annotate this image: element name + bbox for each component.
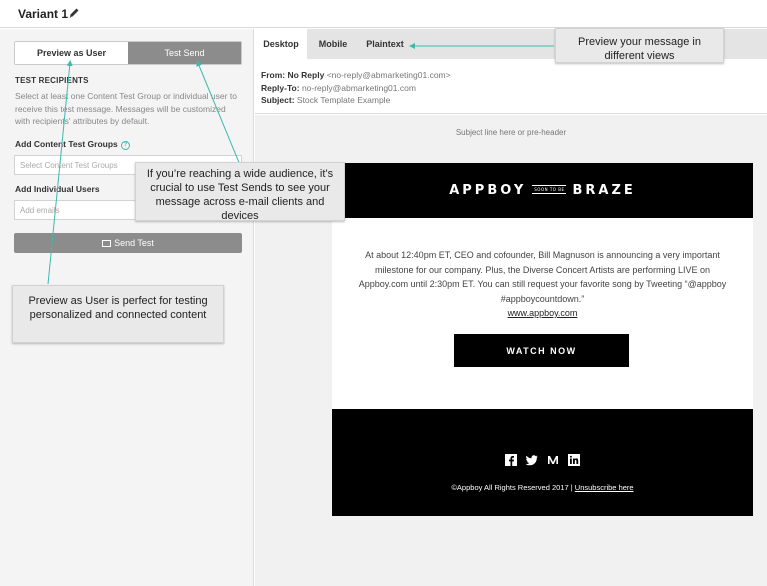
individual-users-label: Add Individual Users (15, 184, 100, 194)
twitter-icon[interactable] (526, 454, 538, 466)
message-headers: From: No Reply <no-reply@abmarketing01.c… (255, 59, 767, 114)
subject-label: Subject: (261, 95, 295, 105)
email-link[interactable]: www.appboy.com (508, 308, 578, 318)
from-line: From: No Reply <no-reply@abmarketing01.c… (261, 69, 761, 82)
send-test-button[interactable]: Send Test (14, 233, 242, 253)
reply-to-value: no-reply@abmarketing01.com (301, 82, 416, 93)
content-test-groups-label: Add Content Test Groups? (15, 139, 130, 150)
help-icon[interactable]: ? (120, 141, 130, 150)
callout-views: Preview your message in different views (555, 28, 724, 63)
from-label: From: (261, 70, 286, 80)
copyright-label: ©Appboy All Rights Reserved 2017 | (451, 483, 573, 492)
reply-to-label: Reply-To: (261, 82, 300, 93)
email-message: At about 12:40pm ET, CEO and cofounder, … (352, 248, 733, 321)
tab-mobile[interactable]: Mobile (311, 29, 355, 59)
send-test-label: Send Test (114, 238, 154, 248)
social-icons (332, 454, 753, 466)
preheader-text: Subject line here or pre-header (455, 128, 567, 137)
test-recipients-help: Select at least one Content Test Group o… (15, 91, 237, 126)
linkedin-icon[interactable] (568, 454, 580, 466)
from-name: No Reply (287, 70, 325, 80)
tab-desktop[interactable]: Desktop (255, 29, 307, 59)
content-test-groups-label-text: Add Content Test Groups (15, 139, 118, 149)
facebook-icon[interactable] (505, 454, 517, 466)
copyright-text: ©Appboy All Rights Reserved 2017 | Unsub… (332, 483, 753, 492)
watch-now-button[interactable]: WATCH NOW (454, 334, 629, 367)
email-header-banner: APPBOY SOON TO BE BRAZE (332, 163, 753, 218)
preview-as-user-button[interactable]: Preview as User (15, 42, 128, 64)
unsubscribe-link[interactable]: Unsubscribe here (575, 483, 634, 492)
view-mode-toggle: Preview as User Test Send (14, 41, 242, 65)
email-message-text: At about 12:40pm ET, CEO and cofounder, … (358, 250, 727, 304)
callout-test-send: If you’re reaching a wide audience, it’s… (135, 162, 345, 222)
subject-value: Stock Template Example (296, 95, 391, 105)
logo-right: BRAZE (572, 183, 636, 198)
email-footer: ©Appboy All Rights Reserved 2017 | Unsub… (332, 409, 753, 516)
reply-to-line: Reply-To: no-reply@abmarketing01.com (261, 82, 761, 95)
subject-line: Subject: Stock Template Example (261, 94, 761, 107)
from-email: <no-reply@abmarketing01.com> (326, 70, 451, 80)
test-recipients-heading: TEST RECIPIENTS (15, 76, 89, 85)
variant-title: Variant 1 (18, 7, 69, 21)
logo-mid: SOON TO BE (532, 185, 567, 194)
logo-left: APPBOY (449, 183, 527, 198)
mail-icon (102, 239, 112, 247)
pencil-icon[interactable] (68, 6, 80, 20)
email-body: APPBOY SOON TO BE BRAZE At about 12:40pm E… (332, 163, 753, 516)
tab-plaintext[interactable]: Plaintext (361, 29, 409, 59)
top-bar: Variant 1 (0, 0, 767, 28)
medium-icon[interactable] (547, 454, 559, 466)
test-send-button[interactable]: Test Send (128, 42, 241, 64)
callout-preview-user: Preview as User is perfect for testing p… (12, 285, 224, 343)
brand-logo: APPBOY SOON TO BE BRAZE (332, 183, 753, 198)
